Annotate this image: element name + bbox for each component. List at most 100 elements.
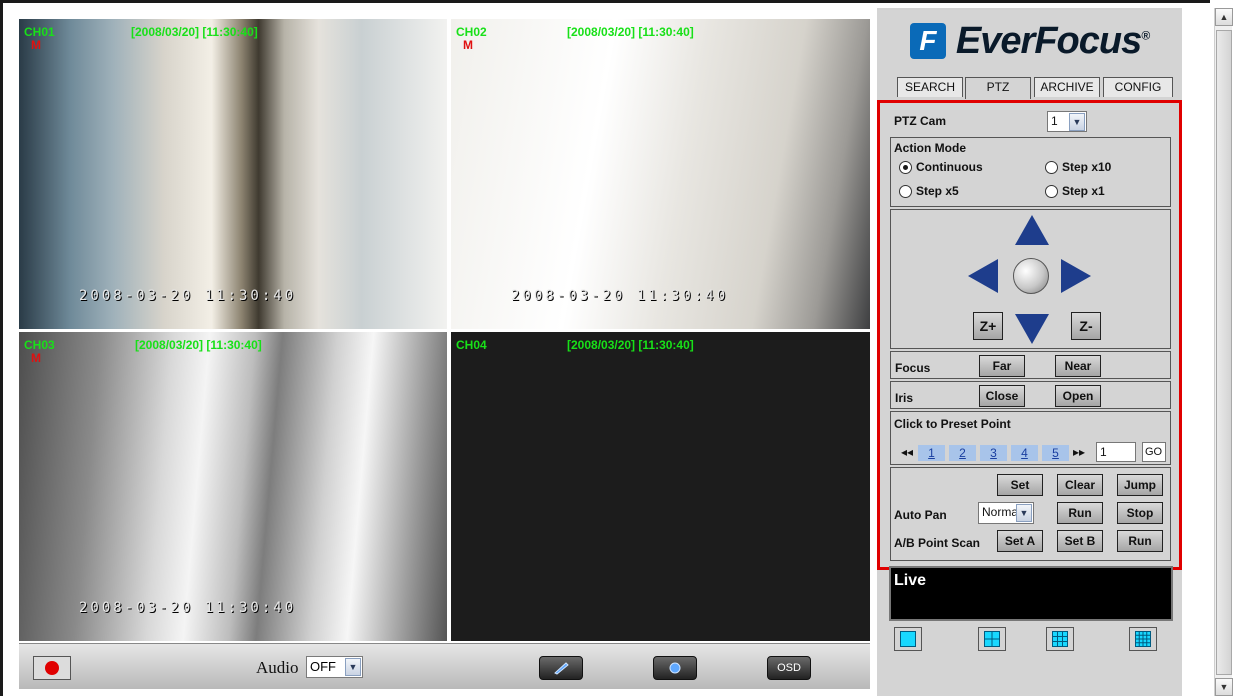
channel-label: CH04	[456, 338, 487, 352]
ptz-cam-select[interactable]: 1 ▼	[1047, 111, 1087, 132]
iris-close-button[interactable]: Close	[979, 385, 1025, 407]
ptz-cam-row: PTZ Cam 1 ▼	[890, 108, 1171, 134]
mode-step-x5-label: Step x5	[916, 184, 959, 198]
preset-go-button[interactable]: GO	[1142, 442, 1166, 462]
camera-button[interactable]	[653, 656, 697, 680]
record-button[interactable]	[33, 656, 71, 680]
logo-brand: EverFocus	[955, 19, 1142, 62]
preset-next-icon[interactable]: ▸▸	[1073, 445, 1085, 459]
audio-label: Audio	[256, 658, 299, 677]
ab-scan-label: A/B Point Scan	[894, 536, 981, 550]
pan-down-arrow-icon[interactable]	[1015, 314, 1049, 344]
osd-datetime: 2008-03-20 11:30:40	[511, 288, 729, 304]
everfocus-logo: F EverFocus®	[877, 8, 1182, 74]
mode-continuous-radio[interactable]: Continuous	[899, 160, 983, 174]
audio-select[interactable]: OFF ▼	[306, 656, 363, 678]
snapshot-button[interactable]	[539, 656, 583, 680]
single-view-icon	[900, 631, 916, 647]
preset-link-4[interactable]: 4	[1011, 445, 1038, 461]
video-channel-3[interactable]: CH03 [2008/03/20] [11:30:40] M 2008-03-2…	[19, 332, 447, 641]
ab-set-b-button[interactable]: Set B	[1057, 530, 1103, 552]
ptz-home-button[interactable]	[1013, 258, 1049, 294]
auto-pan-run-button[interactable]: Run	[1057, 502, 1103, 524]
mode-continuous-label: Continuous	[916, 160, 983, 174]
pen-icon	[554, 662, 569, 675]
live-status-box: Live	[889, 566, 1173, 621]
preset-link-2[interactable]: 2	[949, 445, 976, 461]
video-channel-1[interactable]: CH01 [2008/03/20] [11:30:40] M 2008-03-2…	[19, 19, 447, 329]
iris-label: Iris	[895, 391, 914, 405]
video-channel-2[interactable]: CH02 [2008/03/20] [11:30:40] M 2008-03-2…	[451, 19, 870, 329]
zoom-in-button[interactable]: Z+	[973, 312, 1003, 340]
scroll-down-arrow-icon[interactable]: ▼	[1215, 678, 1233, 696]
layout-16-button[interactable]	[1129, 627, 1157, 651]
auto-pan-value: Norma	[982, 505, 1019, 519]
mode-step-x5-radio[interactable]: Step x5	[899, 184, 959, 198]
motion-indicator: M	[31, 351, 41, 365]
iris-row: Iris Close Open	[890, 381, 1171, 409]
action-mode-group: Action Mode Continuous Step x10 Step x5 …	[890, 137, 1171, 207]
auto-pan-label: Auto Pan	[894, 508, 947, 522]
video-channel-4[interactable]: CH04 [2008/03/20] [11:30:40]	[451, 332, 870, 641]
registered-mark: ®	[1141, 27, 1150, 42]
channel-label: CH02	[456, 25, 487, 39]
focus-near-button[interactable]: Near	[1055, 355, 1101, 377]
live-label: Live	[894, 572, 927, 589]
pan-left-arrow-icon[interactable]	[968, 259, 998, 293]
preset-link-5[interactable]: 5	[1042, 445, 1069, 461]
vertical-scrollbar[interactable]: ▲ ▼	[1214, 8, 1233, 696]
layout-quad-button[interactable]	[978, 627, 1006, 651]
tab-config[interactable]: CONFIG	[1103, 77, 1173, 97]
channel-timestamp: [2008/03/20] [11:30:40]	[135, 338, 262, 352]
ab-run-button[interactable]: Run	[1117, 530, 1163, 552]
preset-label: Click to Preset Point	[894, 417, 1011, 431]
auto-pan-stop-button[interactable]: Stop	[1117, 502, 1163, 524]
nine-view-icon	[1052, 631, 1068, 647]
motion-indicator: M	[463, 38, 473, 52]
quad-view-icon	[984, 631, 1000, 647]
tab-search[interactable]: SEARCH	[897, 77, 963, 97]
iris-open-button[interactable]: Open	[1055, 385, 1101, 407]
preset-link-1[interactable]: 1	[918, 445, 945, 461]
zoom-out-button[interactable]: Z-	[1071, 312, 1101, 340]
preset-jump-button[interactable]: Jump	[1117, 474, 1163, 496]
osd-datetime: 2008-03-20 11:30:40	[79, 600, 297, 616]
tab-archive[interactable]: ARCHIVE	[1034, 77, 1100, 97]
scroll-up-arrow-icon[interactable]: ▲	[1215, 8, 1233, 26]
chevron-down-icon: ▼	[1016, 504, 1032, 522]
auto-pan-select[interactable]: Norma ▼	[978, 502, 1034, 524]
radio-unselected-icon	[899, 184, 912, 198]
scrollbar-thumb[interactable]	[1216, 30, 1232, 675]
action-mode-label: Action Mode	[894, 141, 966, 155]
osd-button[interactable]: OSD	[767, 656, 811, 680]
preset-prev-icon[interactable]: ◂◂	[901, 445, 913, 459]
focus-far-button[interactable]: Far	[979, 355, 1025, 377]
channel-timestamp: [2008/03/20] [11:30:40]	[567, 25, 694, 39]
playback-toolbar: Audio OFF ▼ OSD	[19, 643, 870, 689]
layout-9-button[interactable]	[1046, 627, 1074, 651]
mode-step-x1-radio[interactable]: Step x1	[1045, 184, 1105, 198]
mode-step-x10-radio[interactable]: Step x10	[1045, 160, 1111, 174]
record-icon	[45, 661, 59, 675]
channel-timestamp: [2008/03/20] [11:30:40]	[567, 338, 694, 352]
control-panel: F EverFocus® SEARCH PTZ ARCHIVE CONFIG P…	[877, 8, 1182, 696]
focus-label: Focus	[895, 361, 931, 375]
preset-link-3[interactable]: 3	[980, 445, 1007, 461]
layout-single-button[interactable]	[894, 627, 922, 651]
pan-scan-group: Set Clear Jump Auto Pan Norma ▼ Run Stop…	[890, 467, 1171, 561]
mode-step-x10-label: Step x10	[1062, 160, 1112, 174]
camera-icon	[669, 662, 681, 674]
preset-set-button[interactable]: Set	[997, 474, 1043, 496]
preset-clear-button[interactable]: Clear	[1057, 474, 1103, 496]
channel-label: CH01	[24, 25, 55, 39]
focus-row: Focus Far Near	[890, 351, 1171, 379]
ptz-control-panel: PTZ Cam 1 ▼ Action Mode Continuous Step …	[877, 100, 1182, 570]
pan-right-arrow-icon[interactable]	[1061, 259, 1091, 293]
radio-selected-icon	[899, 160, 912, 174]
ab-set-a-button[interactable]: Set A	[997, 530, 1043, 552]
channel-timestamp: [2008/03/20] [11:30:40]	[131, 25, 258, 39]
preset-number-input[interactable]: 1	[1096, 442, 1136, 462]
tab-ptz[interactable]: PTZ	[965, 77, 1031, 99]
preset-group: Click to Preset Point ◂◂ 1 2 3 4 5 ▸▸ 1 …	[890, 411, 1171, 465]
pan-up-arrow-icon[interactable]	[1015, 215, 1049, 245]
